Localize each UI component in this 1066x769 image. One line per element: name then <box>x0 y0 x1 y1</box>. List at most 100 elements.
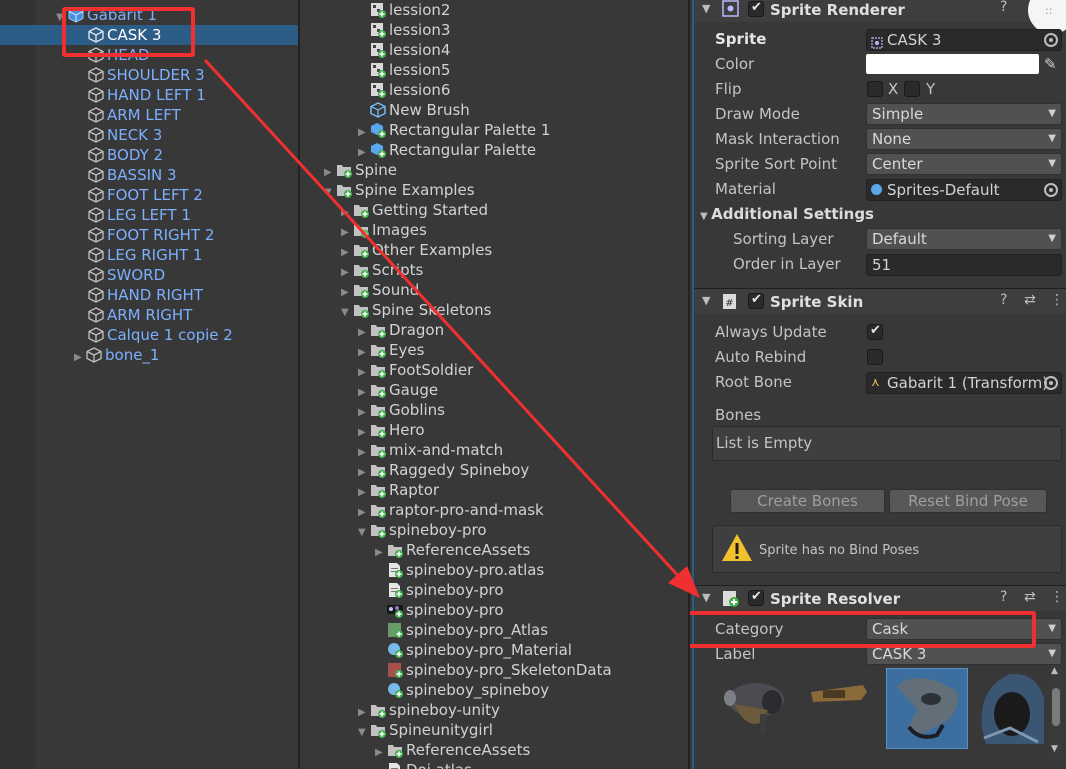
help-icon[interactable]: ? <box>1000 589 1007 605</box>
scroll-down-icon[interactable]: ▼ <box>1051 744 1058 754</box>
project-item[interactable]: spineboy_spineboy <box>375 680 549 700</box>
mask-interaction-dropdown[interactable]: None ▼ <box>866 128 1062 150</box>
order-in-layer-input[interactable]: 51 <box>866 254 1062 276</box>
project-item[interactable]: ▶ Scripts <box>341 260 423 280</box>
hierarchy-item[interactable]: FOOT LEFT 2 <box>88 185 203 205</box>
project-item[interactable]: ▶ raptor-pro-and-mask <box>358 500 544 520</box>
project-item[interactable]: ▶ Gauge <box>358 380 438 400</box>
project-item[interactable]: Doi.atlas <box>375 760 472 769</box>
project-item[interactable]: lession6 <box>358 80 450 100</box>
sprite-thumbnail-blade[interactable] <box>803 670 881 750</box>
project-item[interactable]: spineboy-pro_Atlas <box>375 620 548 640</box>
draw-mode-dropdown[interactable]: Simple ▼ <box>866 103 1062 125</box>
project-item[interactable]: ▼ spineboy-pro <box>358 520 487 540</box>
preset-icon[interactable]: ⇄ <box>1024 589 1036 605</box>
foldout-arrow-icon[interactable]: ▼ <box>700 211 711 222</box>
preset-icon[interactable]: ⇄ <box>1024 292 1036 308</box>
project-item[interactable]: ▶ Hero <box>358 420 425 440</box>
sprite-renderer-enabled-checkbox[interactable] <box>748 0 764 17</box>
auto-rebind-checkbox[interactable] <box>867 349 883 365</box>
project-item[interactable]: ▶ FootSoldier <box>358 360 473 380</box>
hierarchy-item[interactable]: LEG RIGHT 1 <box>88 245 202 265</box>
reset-bind-pose-button[interactable]: Reset Bind Pose <box>889 489 1047 513</box>
additional-settings-foldout[interactable]: ▼ Additional Settings <box>700 205 874 223</box>
sprite-skin-header[interactable]: ▼ # Sprite Skin ? ⇄ ⋮ <box>694 288 1066 314</box>
hierarchy-item[interactable]: SHOULDER 3 <box>88 65 205 85</box>
project-item[interactable]: ▶ Raptor <box>358 480 439 500</box>
eyedropper-icon[interactable]: ✎ <box>1044 55 1057 73</box>
hierarchy-item[interactable]: FOOT RIGHT 2 <box>88 225 214 245</box>
project-item[interactable]: ▶ ReferenceAssets <box>375 540 530 560</box>
hierarchy-item[interactable]: LEG LEFT 1 <box>88 205 191 225</box>
project-item[interactable]: New Brush <box>358 100 470 120</box>
project-item[interactable]: spineboy-pro <box>375 600 504 620</box>
project-item[interactable]: lession4 <box>358 40 450 60</box>
create-bones-button[interactable]: Create Bones <box>730 489 885 513</box>
project-item[interactable]: ▶ spineboy-unity <box>358 700 500 720</box>
project-item[interactable]: ▶ Spine <box>324 160 397 180</box>
project-item[interactable]: ▶ Rectangular Palette <box>358 140 536 160</box>
help-icon[interactable]: ? <box>1000 0 1007 15</box>
project-item[interactable]: ▶ Eyes <box>358 340 424 360</box>
sorting-layer-dropdown[interactable]: Default ▼ <box>866 228 1062 250</box>
help-icon[interactable]: ? <box>1000 292 1007 308</box>
scrollbar-thumb[interactable] <box>1052 688 1060 726</box>
collapse-arrow-icon[interactable]: ▼ <box>324 183 336 203</box>
root-bone-object-field[interactable]: ⋏ Gabarit 1 (Transform) <box>866 372 1062 394</box>
project-item[interactable]: spineboy-pro.atlas <box>375 560 544 580</box>
sprite-renderer-header[interactable]: ▼ Sprite Renderer ? <box>694 0 1066 22</box>
hierarchy-item[interactable]: SWORD <box>88 265 165 285</box>
object-picker-icon[interactable] <box>1044 183 1058 197</box>
project-item[interactable]: ▶ Other Examples <box>341 240 492 260</box>
more-options-icon[interactable]: ⋮ <box>1050 589 1064 605</box>
hierarchy-item[interactable]: BODY 2 <box>88 145 163 165</box>
collapse-arrow-icon[interactable]: ▼ <box>341 303 353 323</box>
project-item[interactable]: ▶ Images <box>341 220 427 240</box>
color-swatch[interactable] <box>866 54 1039 74</box>
sprite-thumbnail-cask-selected[interactable] <box>886 668 968 749</box>
hierarchy-item[interactable]: BASSIN 3 <box>88 165 177 185</box>
project-item[interactable]: spineboy-pro <box>375 580 504 600</box>
object-picker-icon[interactable] <box>1044 33 1058 47</box>
material-object-field[interactable]: Sprites-Default <box>866 179 1062 201</box>
flip-y-checkbox[interactable] <box>904 81 920 97</box>
project-item[interactable]: ▶ Getting Started <box>341 200 488 220</box>
sprite-skin-enabled-checkbox[interactable] <box>748 292 764 309</box>
hierarchy-item-bone[interactable]: ▶ bone_1 <box>74 345 159 365</box>
more-options-icon[interactable]: ⋮ <box>1050 292 1064 308</box>
hierarchy-item[interactable]: HAND RIGHT <box>88 285 203 305</box>
project-item[interactable]: spineboy-pro_Material <box>375 640 572 660</box>
collapse-arrow-icon[interactable]: ▼ <box>358 523 370 543</box>
project-item[interactable]: ▼ Spineunitygirl <box>358 720 493 740</box>
collapse-arrow-icon[interactable]: ▼ <box>358 723 370 743</box>
hierarchy-item[interactable]: ARM RIGHT <box>88 305 192 325</box>
expand-arrow-icon[interactable]: ▶ <box>74 348 86 368</box>
sprite-object-field[interactable]: CASK 3 <box>866 29 1062 51</box>
project-item[interactable]: ▼ Spine Examples <box>324 180 475 200</box>
hierarchy-item[interactable]: NECK 3 <box>88 125 162 145</box>
project-item[interactable]: ▶ Dragon <box>358 320 444 340</box>
project-item[interactable]: ▶ Raggedy Spineboy <box>358 460 529 480</box>
sprite-resolver-enabled-checkbox[interactable] <box>748 589 764 606</box>
hierarchy-item[interactable]: HAND LEFT 1 <box>88 85 206 105</box>
project-item[interactable]: ▶ mix-and-match <box>358 440 503 460</box>
sprite-resolver-header[interactable]: ▼ Sprite Resolver ? ⇄ ⋮ <box>694 585 1066 611</box>
scroll-up-icon[interactable]: ▲ <box>1051 666 1058 676</box>
sprite-thumbnail-helmet-dark[interactable] <box>716 670 798 750</box>
object-picker-icon[interactable] <box>1044 376 1058 390</box>
always-update-checkbox[interactable] <box>867 323 883 340</box>
sprite-sort-point-dropdown[interactable]: Center ▼ <box>866 153 1062 175</box>
foldout-arrow-icon[interactable]: ▼ <box>702 294 710 307</box>
project-item[interactable]: ▶ ReferenceAssets <box>375 740 530 760</box>
project-item[interactable]: spineboy-pro_SkeletonData <box>375 660 612 680</box>
foldout-arrow-icon[interactable]: ▼ <box>702 2 710 15</box>
thumbnail-scrollbar[interactable]: ▲ ▼ <box>1050 666 1062 758</box>
flip-x-checkbox[interactable] <box>867 81 883 97</box>
project-item[interactable]: lession2 <box>358 0 450 20</box>
project-item[interactable]: ▶ Rectangular Palette 1 <box>358 120 550 140</box>
project-item[interactable]: ▼ Spine Skeletons <box>341 300 491 320</box>
project-item[interactable]: lession5 <box>358 60 450 80</box>
project-item[interactable]: ▶ Sound <box>341 280 419 300</box>
hierarchy-item[interactable]: ARM LEFT <box>88 105 181 125</box>
foldout-arrow-icon[interactable]: ▼ <box>702 591 710 604</box>
